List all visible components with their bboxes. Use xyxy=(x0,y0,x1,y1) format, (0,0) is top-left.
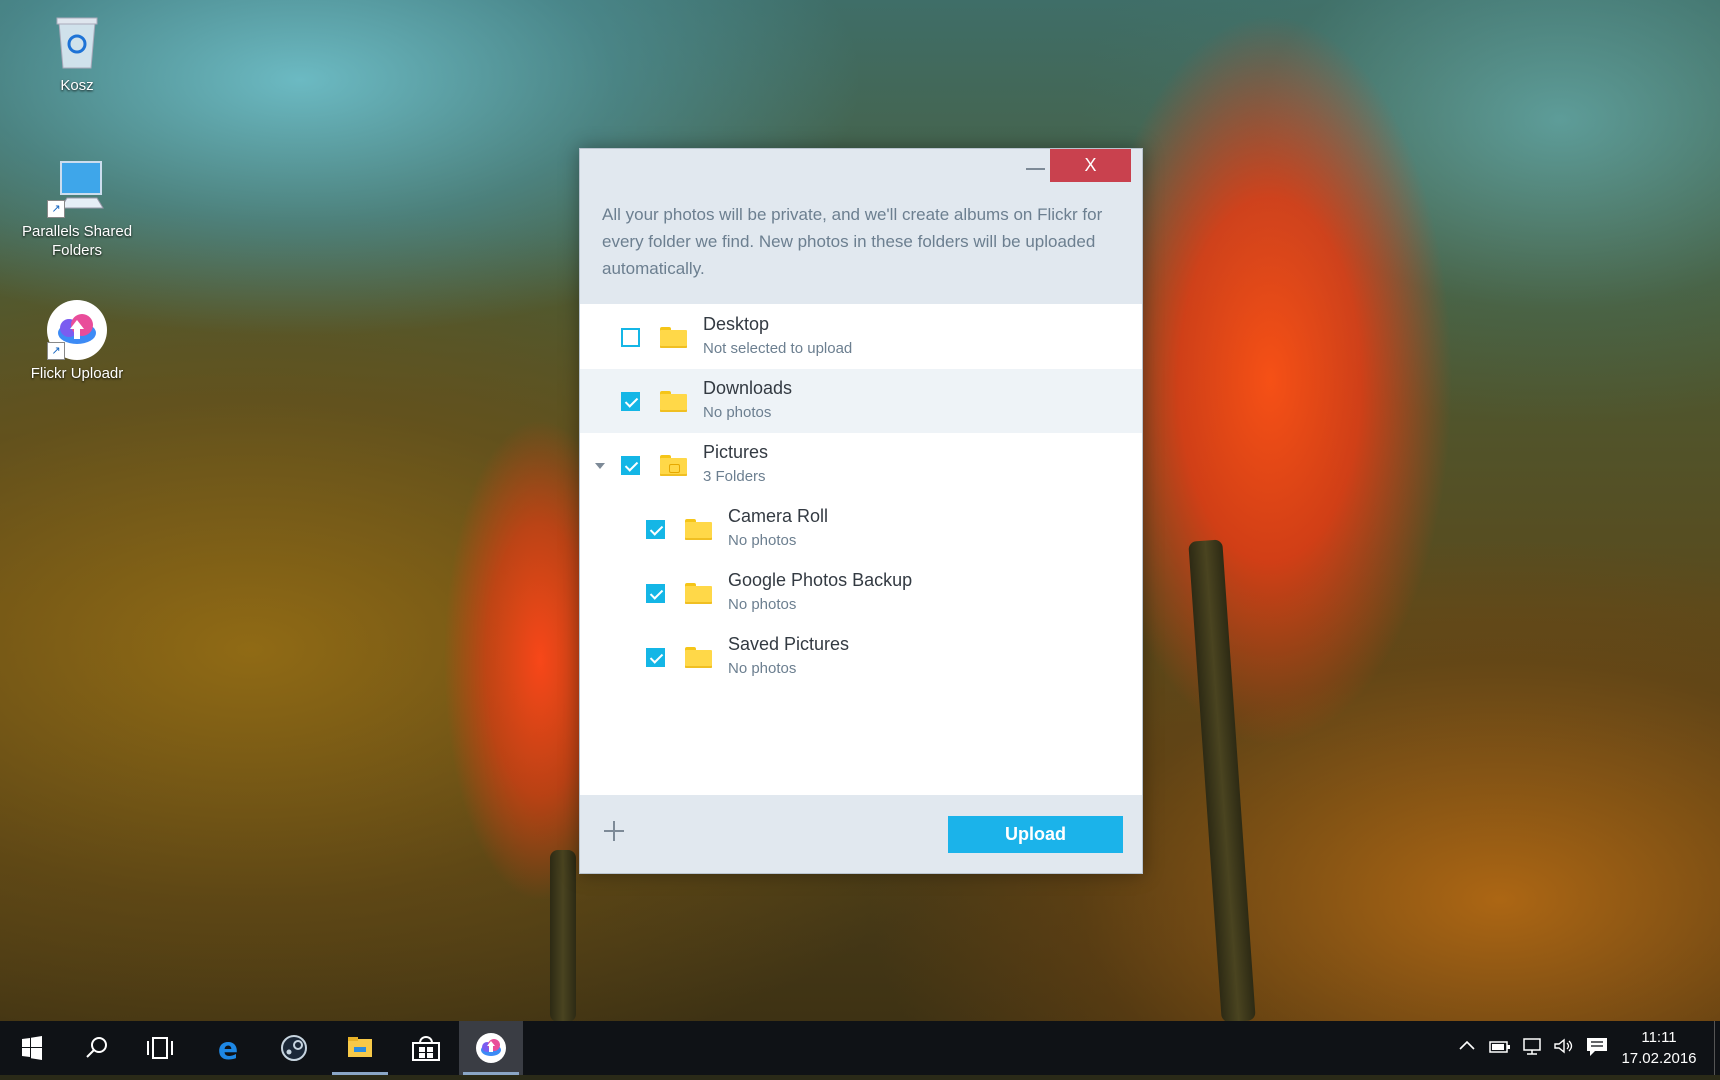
folder-icon xyxy=(685,583,712,604)
folder-status: Not selected to upload xyxy=(703,340,853,357)
store-icon xyxy=(412,1036,440,1061)
search-icon xyxy=(86,1037,107,1058)
flickr-uploadr-desktop-icon[interactable]: ↗ Flickr Uploadr xyxy=(12,300,142,383)
parallels-shared-folders-label: Parallels Shared Folders xyxy=(21,223,133,259)
clock-time: 11:11 xyxy=(1641,1029,1677,1046)
folder-icon xyxy=(685,519,712,540)
folder-status: No photos xyxy=(703,404,772,421)
flickr-uploadr-dialog: X All your photos will be private, and w… xyxy=(579,148,1143,874)
dialog-footer: Upload xyxy=(580,795,1142,873)
folder-name: Google Photos Backup xyxy=(728,570,913,590)
clock-date: 17.02.2016 xyxy=(1621,1050,1697,1067)
chevron-down-icon[interactable] xyxy=(595,463,605,469)
folder-name: Camera Roll xyxy=(728,506,829,526)
parallels-shared-folders-desktop-icon[interactable]: ↗ Parallels Shared Folders xyxy=(12,158,142,260)
folder-icon xyxy=(660,391,687,412)
flickr-uploadr-label: Flickr Uploadr xyxy=(30,365,124,382)
taskbar-clock[interactable]: 11:11 17.02.2016 xyxy=(1600,1027,1718,1069)
folder-row-google-photos-backup[interactable]: Google Photos Backup No photos xyxy=(580,561,1142,625)
shortcut-arrow-icon: ↗ xyxy=(47,200,65,218)
network-icon[interactable] xyxy=(1520,1036,1544,1061)
folder-name: Saved Pictures xyxy=(728,634,850,654)
monitor-icon: ↗ xyxy=(47,158,107,218)
folder-checkbox[interactable] xyxy=(646,520,665,539)
start-icon xyxy=(22,1036,42,1060)
folder-checkbox[interactable] xyxy=(646,584,665,603)
recycle-bin-icon xyxy=(47,12,107,72)
folder-row-camera-roll[interactable]: Camera Roll No photos xyxy=(580,497,1142,561)
folder-status: No photos xyxy=(728,660,797,677)
search-button[interactable] xyxy=(64,1021,128,1075)
tulip-stem xyxy=(550,850,576,1022)
folder-icon xyxy=(685,647,712,668)
flickr-uploadr-icon xyxy=(476,1033,506,1063)
folder-name: Downloads xyxy=(703,378,793,398)
steam-button[interactable] xyxy=(262,1021,326,1075)
folder-checkbox[interactable] xyxy=(621,392,640,411)
folder-row-downloads[interactable]: Downloads No photos xyxy=(580,369,1142,433)
flickr-uploadr-taskbar-button[interactable] xyxy=(459,1021,523,1075)
folder-status: 3 Folders xyxy=(703,468,766,485)
steam-icon xyxy=(281,1035,307,1061)
recycle-bin-label: Kosz xyxy=(60,77,94,94)
chevron-up-icon[interactable] xyxy=(1457,1036,1477,1061)
recycle-bin-desktop-icon[interactable]: Kosz xyxy=(12,12,142,95)
folder-row-saved-pictures[interactable]: Saved Pictures No photos xyxy=(580,625,1142,689)
svg-text:e: e xyxy=(218,1032,238,1067)
folder-icon xyxy=(660,327,687,348)
close-button[interactable]: X xyxy=(1050,149,1131,182)
show-desktop-button[interactable] xyxy=(1714,1021,1720,1075)
battery-icon[interactable] xyxy=(1488,1036,1512,1061)
folder-checkbox[interactable] xyxy=(621,456,640,475)
folder-list: Desktop Not selected to upload Downloads… xyxy=(580,305,1142,689)
folder-checkbox[interactable] xyxy=(621,328,640,347)
edge-button[interactable]: e xyxy=(196,1021,260,1075)
folder-name: Pictures xyxy=(703,442,769,462)
task-view-button[interactable] xyxy=(128,1021,192,1075)
dialog-description: All your photos will be private, and we'… xyxy=(602,205,1103,278)
pictures-folder-icon xyxy=(660,455,687,476)
start-button[interactable] xyxy=(0,1021,64,1075)
folder-checkbox[interactable] xyxy=(646,648,665,667)
dialog-header: X All your photos will be private, and w… xyxy=(580,149,1142,304)
folder-name: Desktop xyxy=(703,314,770,334)
folder-row-pictures[interactable]: Pictures 3 Folders xyxy=(580,433,1142,497)
volume-icon[interactable] xyxy=(1552,1036,1576,1061)
edge-icon: e xyxy=(218,1032,238,1067)
add-folder-button[interactable] xyxy=(602,819,626,843)
folder-status: No photos xyxy=(728,596,797,613)
shortcut-arrow-icon: ↗ xyxy=(47,342,65,360)
file-explorer-button[interactable] xyxy=(328,1021,392,1075)
tulip-stem xyxy=(1188,539,1256,1023)
taskbar: e 11:11 17.02.2016 xyxy=(0,1021,1720,1075)
folder-row-desktop[interactable]: Desktop Not selected to upload xyxy=(580,305,1142,369)
folder-status: No photos xyxy=(728,532,797,549)
task-view-icon xyxy=(147,1037,173,1059)
file-explorer-icon xyxy=(348,1037,372,1057)
flickr-uploadr-icon: ↗ xyxy=(47,300,107,360)
upload-button[interactable]: Upload xyxy=(948,816,1123,853)
store-button[interactable] xyxy=(394,1021,458,1075)
